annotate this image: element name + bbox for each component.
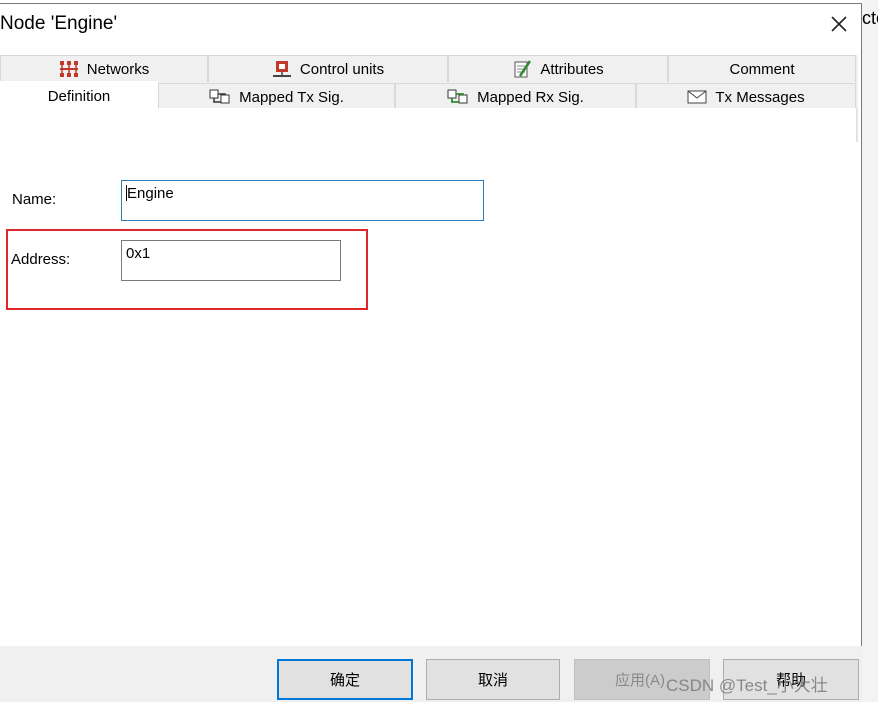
close-button[interactable]	[825, 10, 853, 38]
network-icon	[59, 60, 79, 78]
background-window-text: cto	[862, 8, 878, 28]
tab-mapped-rx-label: Mapped Rx Sig.	[477, 88, 584, 106]
cancel-button-label: 取消	[477, 672, 508, 689]
tab-comment[interactable]: Comment	[668, 55, 856, 82]
tab-networks-label: Networks	[86, 60, 150, 78]
tab-tx-messages[interactable]: Tx Messages	[636, 83, 856, 110]
tab-page-edge	[856, 108, 858, 142]
tab-attributes-label: Attributes	[540, 60, 604, 78]
control-unit-icon	[272, 60, 292, 78]
name-field[interactable]: Engine	[121, 180, 484, 221]
ok-button-label: 确定	[329, 672, 360, 689]
name-field-value: Engine	[127, 185, 174, 202]
tab-control-units-label: Control units	[299, 60, 385, 78]
name-label: Name:	[12, 191, 57, 208]
attributes-icon	[512, 59, 532, 79]
dialog-title: Node 'Engine'	[0, 13, 118, 34]
watermark: CSDN @Test_小大壮	[666, 676, 828, 695]
mapped-tx-icon	[209, 88, 231, 106]
address-highlight-box	[6, 229, 368, 310]
tab-control-units[interactable]: Control units	[208, 55, 448, 82]
tab-mapped-rx-sig[interactable]: Mapped Rx Sig.	[395, 83, 636, 110]
tab-comment-label: Comment	[729, 60, 795, 78]
tab-tx-messages-label: Tx Messages	[715, 88, 805, 106]
cancel-button[interactable]: 取消	[426, 659, 560, 700]
tab-definition[interactable]: Definition	[0, 81, 158, 110]
tab-mapped-tx-sig[interactable]: Mapped Tx Sig.	[158, 83, 395, 110]
tab-attributes[interactable]: Attributes	[448, 55, 668, 82]
ok-button[interactable]: 确定	[277, 659, 413, 700]
tab-definition-label: Definition	[47, 87, 111, 105]
apply-button-label: 应用(A)	[615, 672, 665, 689]
background-window	[862, 0, 878, 702]
mapped-rx-icon	[447, 88, 469, 106]
envelope-icon	[687, 90, 707, 104]
close-icon	[831, 16, 847, 32]
tab-mapped-tx-label: Mapped Tx Sig.	[239, 88, 344, 106]
tab-networks[interactable]: Networks	[0, 55, 208, 82]
